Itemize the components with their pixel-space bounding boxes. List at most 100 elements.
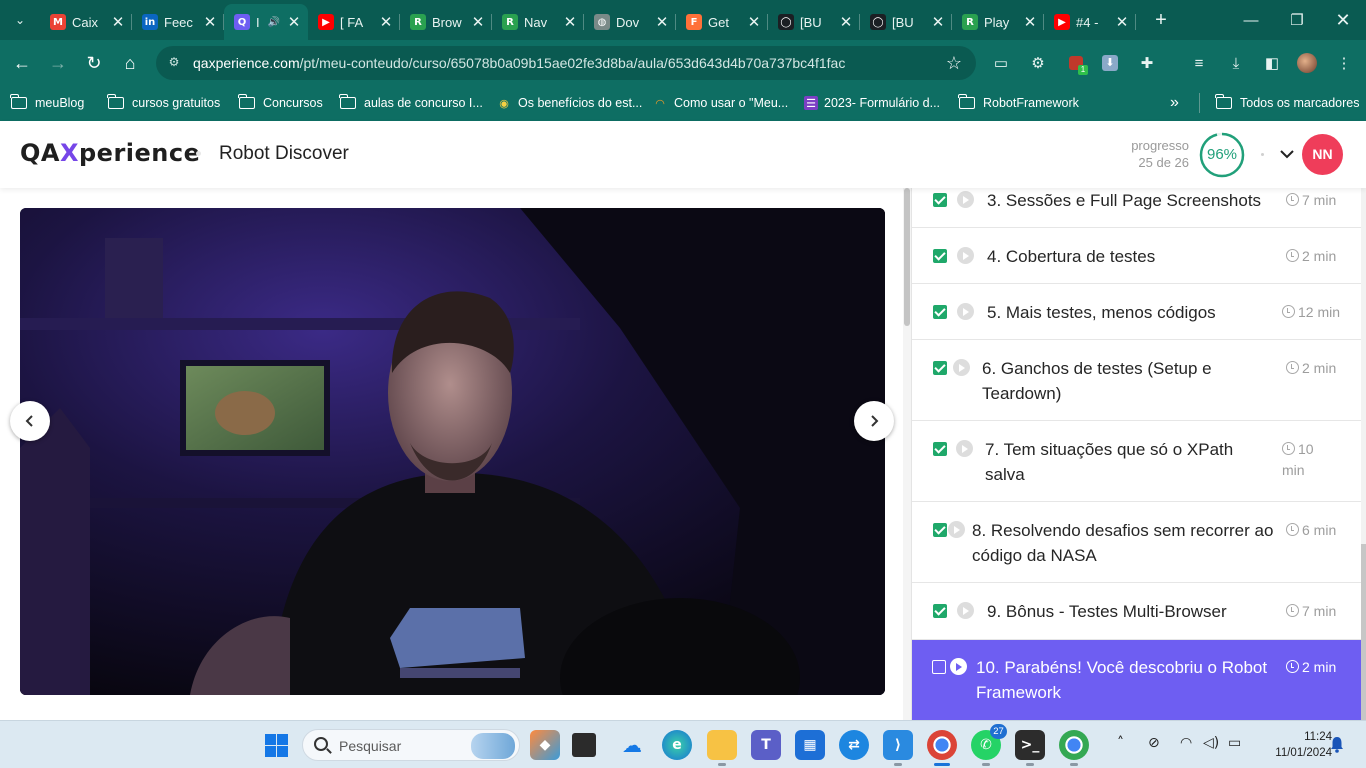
video-player[interactable] [20,208,885,695]
back-button[interactable]: ← [10,51,34,75]
task-view-icon[interactable] [572,733,596,757]
browser-tab[interactable]: R Nav ✕ [492,4,584,40]
lesson-complete-checkbox[interactable] [933,249,947,263]
close-tab-icon[interactable]: ✕ [746,13,762,31]
chevron-down-icon[interactable] [1278,145,1296,163]
download-extension-icon[interactable]: ⬇ [1099,52,1121,74]
bookmark-como-usar[interactable]: ◠ Como usar o "Meu... [652,93,788,113]
home-button[interactable]: ⌂ [118,51,142,75]
lesson-item[interactable]: 6. Ganchos de testes (Setup e Teardown) … [912,340,1361,421]
bookmark-os-beneficios[interactable]: ◉ Os benefícios do est... [496,93,642,113]
profile-avatar[interactable] [1296,52,1318,74]
minimize-window-button[interactable]: — [1228,0,1274,40]
forward-button[interactable]: → [46,51,70,75]
bookmark-aulas-de-concurso[interactable]: aulas de concurso I... [339,93,483,113]
close-tab-icon[interactable]: ✕ [1114,13,1130,31]
browser-tab[interactable]: R Play ✕ [952,4,1044,40]
media-controls-icon[interactable]: ≡ [1188,52,1210,74]
tab-audio-icon[interactable]: 🔊 [268,17,280,28]
content-scrollbar[interactable] [903,188,911,720]
previous-lesson-button[interactable] [10,401,50,441]
browser-tab[interactable]: F Get ✕ [676,4,768,40]
lesson-item-current[interactable]: 10. Parabéns! Você descobriu o Robot Fra… [912,640,1361,720]
teams-icon[interactable]: T [751,730,781,760]
lesson-item[interactable]: 5. Mais testes, menos códigos 12 min [912,284,1361,340]
vscode-icon[interactable]: ⟩ [883,730,913,766]
connect-icon[interactable]: ⇄ [839,730,869,760]
extensions-puzzle-icon[interactable]: ✚ [1136,52,1158,74]
lesson-item[interactable]: 4. Cobertura de testes 2 min [912,228,1361,284]
bookmarks-overflow-button[interactable]: » [1170,93,1179,113]
file-explorer-icon[interactable] [707,730,737,766]
lesson-list-scrollbar[interactable] [1361,188,1366,720]
close-tab-icon[interactable]: ✕ [930,13,946,31]
all-bookmarks-button[interactable]: Todos os marcadores [1199,93,1360,113]
edge-icon[interactable]: e [662,730,692,760]
lesson-complete-checkbox[interactable] [933,193,947,207]
notification-bell-icon[interactable] [1330,736,1344,753]
wifi-icon[interactable]: ◠ [1180,735,1192,751]
lesson-complete-checkbox[interactable] [933,305,947,319]
content-scrollbar-thumb[interactable] [904,188,910,326]
user-avatar[interactable]: NN [1302,134,1343,175]
browser-tab[interactable]: ◯ [BU ✕ [860,4,952,40]
browser-menu-icon[interactable]: ⋮ [1333,52,1355,74]
browser-tab[interactable]: ◯ [BU ✕ [768,4,860,40]
copilot-preview-icon[interactable]: ◆ [530,730,560,760]
lesson-complete-checkbox[interactable] [933,442,947,456]
address-bar[interactable]: ⚙ qaxperience.com/pt/meu-conteudo/curso/… [156,46,976,80]
volume-icon[interactable]: ◁) [1203,735,1219,751]
bookmark-meublog[interactable]: meuBlog [10,93,84,113]
bookmark-star-icon[interactable]: ☆ [946,53,962,74]
close-window-button[interactable]: ✕ [1320,0,1366,40]
lesson-item[interactable]: 8. Resolvendo desafios sem recorrer ao c… [912,502,1361,583]
close-tab-icon[interactable]: ✕ [378,13,394,31]
onedrive-icon[interactable]: ☁ [617,730,647,760]
lesson-complete-checkbox[interactable] [933,604,947,618]
close-tab-icon[interactable]: ✕ [654,13,670,31]
close-tab-icon[interactable]: ✕ [110,13,126,31]
restore-window-button[interactable]: ❐ [1274,0,1320,40]
show-hidden-icons-chevron-up-icon[interactable]: ˄ [1117,735,1124,751]
bookmark-concursos[interactable]: Concursos [238,93,323,113]
next-lesson-button[interactable] [854,401,894,441]
bookmark-robotframework[interactable]: RobotFramework [958,93,1079,113]
tab-search-chevron-icon[interactable]: ⌄ [8,8,32,32]
close-tab-icon[interactable]: ✕ [202,13,218,31]
extension-gear-icon[interactable]: ⚙ [1027,52,1049,74]
browser-tab[interactable]: M Caix ✕ [40,4,132,40]
battery-icon[interactable]: ▭ [1228,735,1241,751]
store-icon[interactable]: ▦ [795,730,825,760]
lesson-item[interactable]: 7. Tem situações que só o XPath salva 10… [912,421,1361,502]
lesson-complete-checkbox[interactable] [933,361,947,375]
lesson-item[interactable]: 3. Sessões e Full Page Screenshots 7 min [912,188,1361,228]
lesson-complete-checkbox[interactable] [932,660,946,674]
bookmark-formulario[interactable]: ☰ 2023- Formulário d... [804,93,940,113]
close-tab-icon[interactable]: ✕ [1022,13,1038,31]
chrome-icon[interactable] [927,730,957,766]
browser-tab[interactable]: in Feec ✕ [132,4,224,40]
browser-tab[interactable]: ◍ Dov ✕ [584,4,676,40]
side-panel-icon[interactable]: ◧ [1261,52,1283,74]
taskbar-search[interactable]: Pesquisar [302,729,520,761]
chrome-profile-icon[interactable] [1059,730,1089,766]
lesson-complete-checkbox[interactable] [933,523,947,537]
qaxperience-logo[interactable]: QAXperience [20,139,200,167]
browser-tab-active[interactable]: Q I 🔊 ✕ [224,4,308,40]
browser-tab[interactable]: ▶ [ FA ✕ [308,4,400,40]
whatsapp-icon[interactable]: ✆ 27 [971,724,1007,766]
site-info-icon[interactable]: ⚙ [166,55,182,71]
close-tab-icon[interactable]: ✕ [286,13,302,31]
start-button[interactable] [265,734,288,757]
downloads-icon[interactable]: ⤓ [1225,52,1247,74]
extension-badge-icon[interactable]: 1 [1065,52,1088,75]
cast-icon[interactable]: ▭ [990,52,1012,74]
lesson-list-scrollbar-thumb[interactable] [1361,544,1366,720]
browser-tab[interactable]: R Brow ✕ [400,4,492,40]
close-tab-icon[interactable]: ✕ [470,13,486,31]
bookmark-cursos-gratuitos[interactable]: cursos gratuitos [107,93,220,113]
close-tab-icon[interactable]: ✕ [838,13,854,31]
lesson-item[interactable]: 9. Bônus - Testes Multi-Browser 7 min [912,583,1361,640]
new-tab-button[interactable]: + [1150,9,1172,31]
close-tab-icon[interactable]: ✕ [562,13,578,31]
